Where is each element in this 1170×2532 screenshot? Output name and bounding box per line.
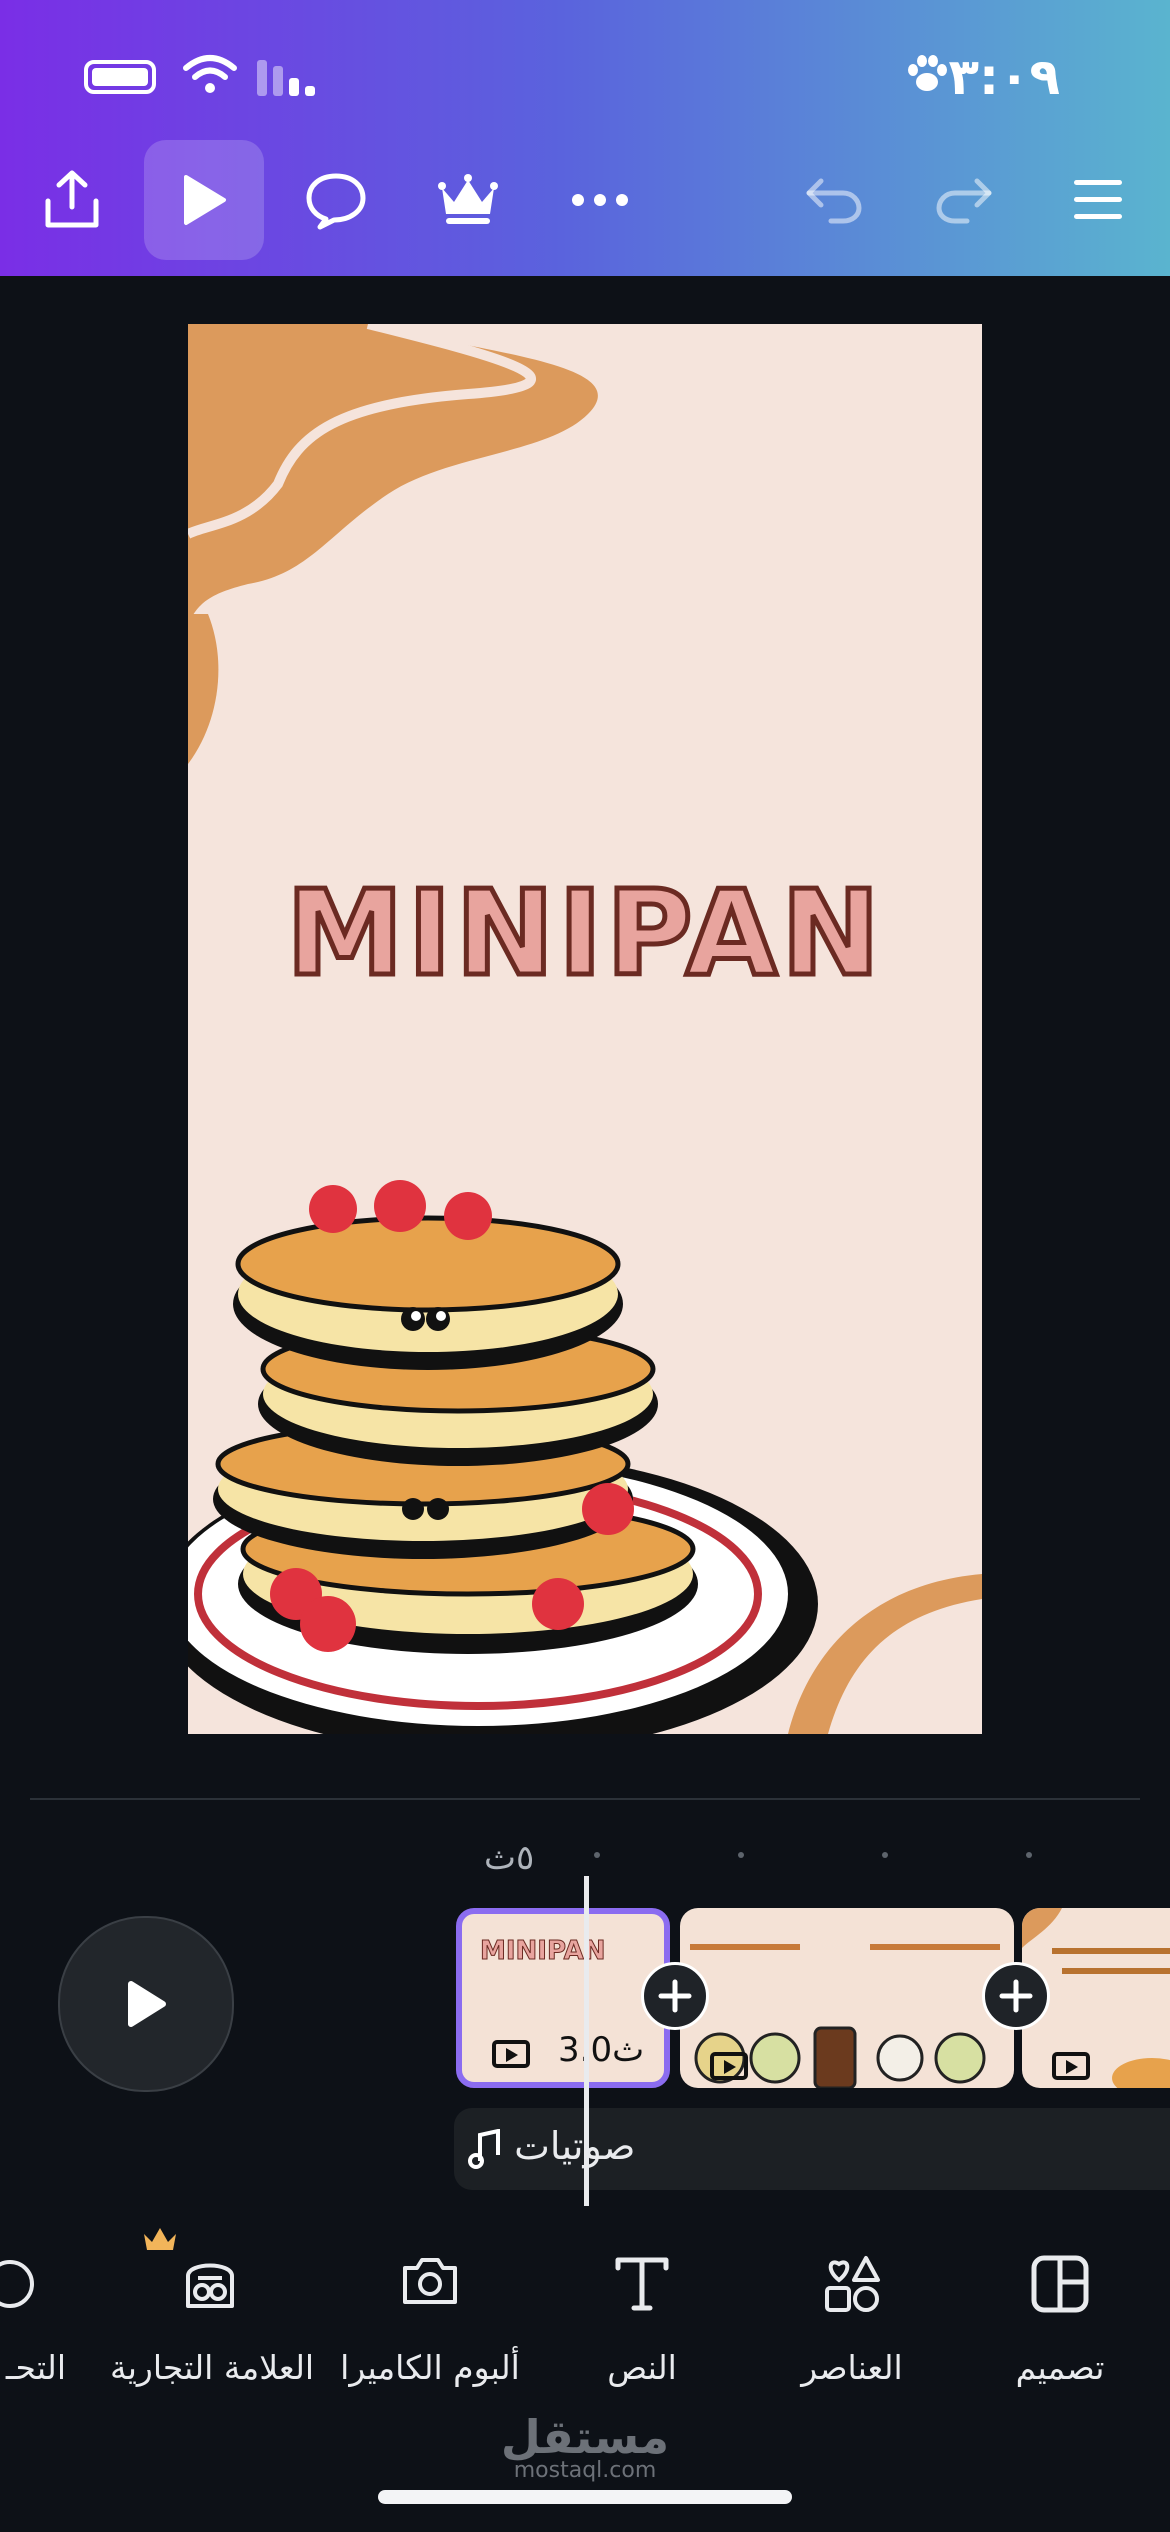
layout-icon xyxy=(1031,2255,1089,2313)
share-button[interactable] xyxy=(12,140,132,260)
more-icon xyxy=(572,194,628,206)
design-slide[interactable]: MINIPAN xyxy=(188,324,982,1734)
nav-label: تصميم xyxy=(1015,2348,1105,2387)
clip-thumbnail[interactable] xyxy=(680,1908,1014,2088)
nav-label: التحـ xyxy=(5,2348,66,2387)
paw-icon xyxy=(908,55,947,91)
edit-icon xyxy=(0,2260,34,2308)
timeline: ٥ث MINIPAN 3.0ث صوتيات xyxy=(0,1820,1170,2206)
music-note-icon xyxy=(468,2128,500,2169)
audio-label: صوتيات xyxy=(468,2124,635,2169)
audio-track[interactable]: صوتيات xyxy=(454,2108,1170,2190)
signal-icon xyxy=(257,60,315,96)
nav-design[interactable]: تصميم xyxy=(960,2230,1160,2420)
nav-camera-roll[interactable]: ألبوم الكاميرا xyxy=(330,2230,530,2420)
playhead[interactable] xyxy=(584,1876,589,2206)
video-icon xyxy=(710,2052,748,2080)
nav-label: العلامة التجارية xyxy=(110,2348,315,2387)
wifi-icon xyxy=(183,55,237,93)
brand-icon xyxy=(186,2263,234,2308)
play-preview-button[interactable] xyxy=(144,140,264,260)
add-transition-button[interactable] xyxy=(982,1962,1050,2030)
elements-icon xyxy=(825,2256,880,2312)
slide-title[interactable]: MINIPAN xyxy=(188,862,982,1005)
nav-elements[interactable]: العناصر xyxy=(752,2230,952,2420)
text-icon xyxy=(615,2257,669,2311)
premium-button[interactable] xyxy=(408,140,528,260)
video-icon xyxy=(492,2040,530,2068)
menu-button[interactable] xyxy=(1038,140,1158,260)
time-tick xyxy=(882,1852,888,1858)
more-button[interactable] xyxy=(540,140,660,260)
crown-icon xyxy=(438,174,498,224)
battery-icon xyxy=(84,60,156,94)
nav-edit[interactable]: التحـ xyxy=(0,2230,80,2420)
play-icon xyxy=(128,1981,166,2027)
redo-button[interactable] xyxy=(904,140,1024,260)
nav-label: النص xyxy=(607,2348,677,2387)
time-tick xyxy=(738,1852,744,1858)
share-icon xyxy=(45,170,99,228)
time-tick xyxy=(594,1852,600,1858)
nav-label: العناصر xyxy=(801,2348,903,2387)
premium-crown-icon xyxy=(144,2228,176,2250)
status-bar: ٣:٠٩ xyxy=(0,30,1170,120)
top-bar: ٣:٠٩ xyxy=(0,0,1170,276)
comment-icon xyxy=(306,173,366,230)
clip-thumbnail[interactable]: MINIPAN 3.0ث xyxy=(456,1908,670,2088)
play-icon xyxy=(184,175,226,225)
watermark: مستقل mostaql.com xyxy=(0,2410,1170,2483)
bottom-toolbar: تصميم العناصر النص ألبوم الكاميرا العلام… xyxy=(0,2228,1170,2430)
comment-button[interactable] xyxy=(276,140,396,260)
watermark-main: مستقل xyxy=(500,2410,670,2464)
undo-button[interactable] xyxy=(774,140,894,260)
divider xyxy=(30,1798,1140,1800)
redo-icon xyxy=(936,178,992,224)
menu-icon xyxy=(1074,180,1122,219)
home-indicator[interactable] xyxy=(378,2490,792,2504)
nav-brand[interactable]: العلامة التجارية xyxy=(110,2228,315,2420)
editor-toolbar xyxy=(0,140,1170,260)
undo-icon xyxy=(806,178,862,224)
nav-text[interactable]: النص xyxy=(542,2230,742,2420)
add-transition-button[interactable] xyxy=(641,1962,709,2030)
video-icon xyxy=(1052,2052,1090,2080)
status-time: ٣:٠٩ xyxy=(948,48,1060,106)
plus-icon xyxy=(999,1979,1033,2013)
watermark-sub: mostaql.com xyxy=(513,2458,657,2483)
nav-label: ألبوم الكاميرا xyxy=(340,2348,520,2387)
audio-label-text: صوتيات xyxy=(514,2124,636,2168)
pancake-illustration xyxy=(188,1180,818,1734)
time-tick xyxy=(1026,1852,1032,1858)
plus-icon xyxy=(658,1979,692,2013)
camera-icon xyxy=(403,2258,457,2304)
time-marker: ٥ث xyxy=(484,1838,535,1878)
timeline-play-button[interactable] xyxy=(58,1916,234,2092)
clip-duration: 3.0ث xyxy=(558,2030,645,2070)
